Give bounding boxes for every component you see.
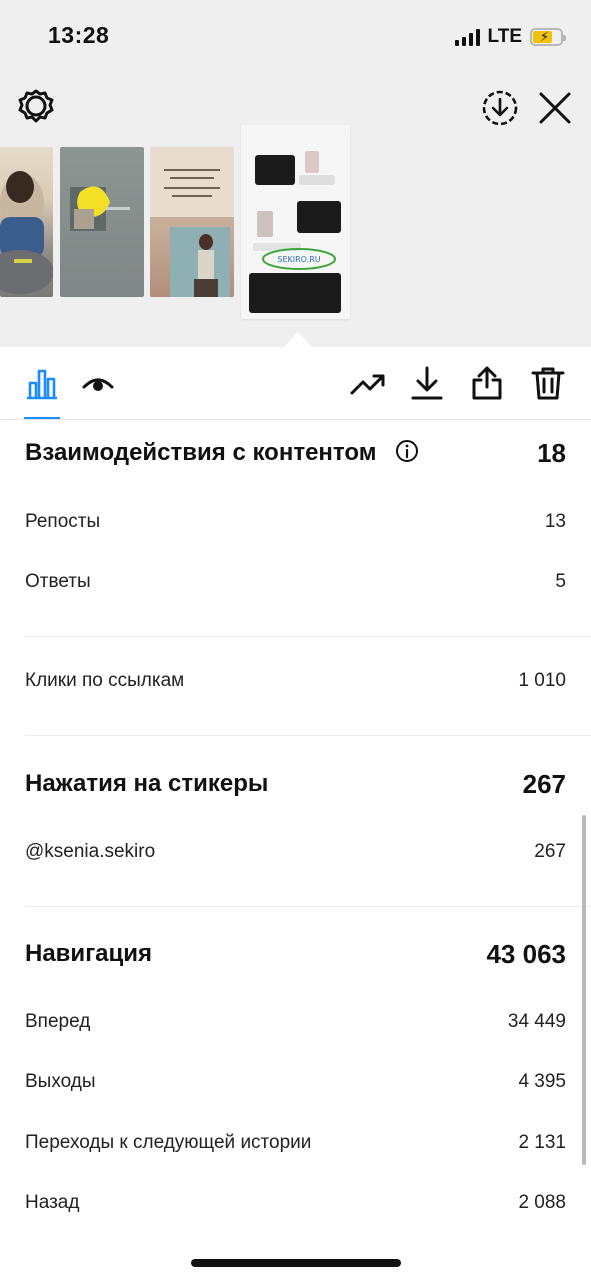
metric-row: Переходы к следующей истории 2 131 xyxy=(25,1131,566,1155)
close-icon[interactable] xyxy=(537,90,573,126)
gear-icon[interactable] xyxy=(17,88,55,126)
trash-icon[interactable] xyxy=(530,365,566,401)
metric-value: 267 xyxy=(534,841,566,862)
bar-chart-icon[interactable] xyxy=(24,365,60,401)
share-icon[interactable] xyxy=(469,365,505,401)
metric-value: 2 131 xyxy=(518,1132,566,1153)
story-thumbnail[interactable] xyxy=(60,147,144,297)
stickers-header: Нажатия на стикеры 267 xyxy=(25,768,566,800)
download-circle-icon[interactable] xyxy=(481,89,519,127)
eye-icon[interactable] xyxy=(80,365,116,401)
sticker-row: @ksenia.sekiro 267 xyxy=(25,840,566,864)
thumbnail-pointer xyxy=(284,332,312,347)
metric-row: Репосты 13 xyxy=(25,510,566,534)
interactions-total: 18 xyxy=(537,437,566,468)
metric-label: Выходы xyxy=(25,1071,96,1092)
story-thumbnail[interactable] xyxy=(0,147,53,297)
signal-icon xyxy=(454,28,480,46)
trending-up-icon[interactable] xyxy=(350,365,386,401)
active-tab-indicator xyxy=(24,417,60,419)
stickers-title: Нажатия на стикеры xyxy=(25,770,269,797)
metric-label: Ответы xyxy=(25,571,91,592)
home-indicator[interactable] xyxy=(191,1259,401,1267)
interactions-header: Взаимодействия с контентом 18 xyxy=(25,434,566,472)
metric-label: Клики по ссылкам xyxy=(25,670,185,691)
scrollbar[interactable] xyxy=(582,815,586,1165)
interactions-title: Взаимодействия с контентом xyxy=(25,439,377,466)
download-icon[interactable] xyxy=(409,365,445,401)
status-time: 13:28 xyxy=(48,22,110,48)
status-indicators: LTE ⚡ xyxy=(454,26,566,48)
metric-label: Переходы к следующей истории xyxy=(25,1132,312,1153)
info-icon[interactable] xyxy=(395,439,419,463)
link-clicks-row: Клики по ссылкам 1 010 xyxy=(25,669,566,693)
divider xyxy=(25,636,591,637)
battery-icon: ⚡ xyxy=(530,28,566,46)
network-label: LTE xyxy=(487,26,522,47)
stickers-total: 267 xyxy=(522,768,566,799)
metric-label: Назад xyxy=(25,1192,80,1213)
status-bar: 13:28 LTE ⚡ xyxy=(0,0,591,75)
story-thumbnail[interactable] xyxy=(150,147,234,297)
navigation-title: Навигация xyxy=(25,940,153,967)
story-thumbnails: SEKIRO.RU xyxy=(0,125,591,325)
divider xyxy=(25,735,591,736)
metric-row: Выходы 4 395 xyxy=(25,1070,566,1094)
metric-value: 13 xyxy=(544,511,566,532)
metric-label: Репосты xyxy=(25,511,101,532)
story-thumbnail-current[interactable]: SEKIRO.RU xyxy=(241,125,350,319)
metric-value: 2 088 xyxy=(518,1192,566,1213)
metric-label: Вперед xyxy=(25,1011,91,1032)
metric-row: Вперед 34 449 xyxy=(25,1010,566,1034)
metric-row: Ответы 5 xyxy=(25,570,566,594)
story-header-area: 13:28 LTE ⚡ SEKIRO.RU xyxy=(0,0,591,347)
story-link-text: SEKIRO.RU xyxy=(277,255,320,264)
metric-row: Назад 2 088 xyxy=(25,1191,566,1215)
metric-value: 5 xyxy=(555,571,566,592)
story-toolbar xyxy=(0,347,591,420)
navigation-header: Навигация 43 063 xyxy=(25,938,566,970)
metric-value: 1 010 xyxy=(518,670,566,691)
metric-value: 4 395 xyxy=(518,1071,566,1092)
navigation-total: 43 063 xyxy=(486,938,566,969)
divider xyxy=(25,906,591,907)
metric-label: @ksenia.sekiro xyxy=(25,841,156,862)
metric-value: 34 449 xyxy=(507,1011,566,1032)
